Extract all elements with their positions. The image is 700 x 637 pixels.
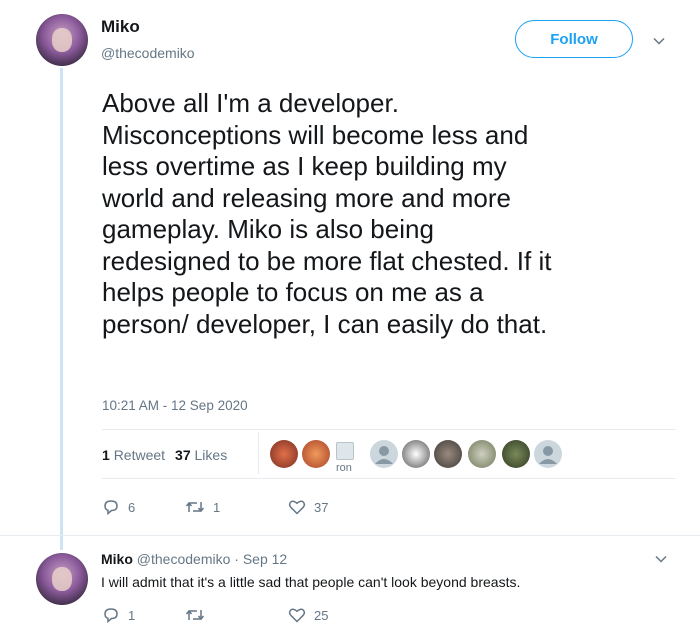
divider [0,535,700,536]
tweet-text: Above all I'm a developer. Misconception… [102,88,552,339]
heart-icon [288,498,306,516]
retweet-button[interactable]: 1 [185,498,220,516]
liker-avatar[interactable] [468,440,496,468]
liker-avatar[interactable] [402,440,430,468]
like-action-count: 37 [314,499,329,515]
tweet-timestamp[interactable]: 10:21 AM - 12 Sep 2020 [102,398,248,413]
follow-button[interactable]: Follow [515,20,633,58]
retweet-icon [185,606,205,624]
chevron-down-icon[interactable] [654,552,668,566]
reply-count: 6 [128,499,136,515]
divider [102,478,676,479]
like-button[interactable]: 37 [288,498,328,516]
thread-line [60,68,63,550]
chevron-down-icon[interactable] [652,34,666,48]
like-label[interactable]: Likes [195,447,228,463]
reply-header: Miko @thecodemiko · Sep 12 [101,551,287,567]
heart-icon [288,606,306,624]
reply-text: I will admit that it's a little sad that… [101,574,521,590]
default-avatar-icon[interactable] [370,440,398,468]
reply-date[interactable]: Sep 12 [243,551,287,567]
liker-label: ron [336,462,352,474]
divider [102,429,676,430]
reply-dot: · [234,551,239,567]
like-count[interactable]: 37 [175,447,191,463]
broken-image-icon[interactable] [336,442,354,460]
retweet-label[interactable]: Retweet [114,447,165,463]
reply-icon [102,498,120,516]
default-avatar-icon[interactable] [534,440,562,468]
liker-avatar[interactable] [502,440,530,468]
tweet-stats: 1 Retweet 37 Likes [102,447,227,463]
retweet-action-count: 1 [213,499,221,515]
liker-avatar[interactable] [270,440,298,468]
reply-button[interactable]: 1 [102,606,135,624]
retweet-icon [185,498,205,516]
like-action-count: 25 [314,607,329,623]
retweet-count[interactable]: 1 [102,447,110,463]
avatar[interactable] [36,14,88,66]
reply-icon [102,606,120,624]
user-handle[interactable]: @thecodemiko [101,45,195,61]
liker-avatar[interactable] [434,440,462,468]
stats-separator [258,432,259,474]
like-button[interactable]: 25 [288,606,328,624]
reply-handle[interactable]: @thecodemiko [137,551,231,567]
liker-avatar[interactable] [302,440,330,468]
reply-avatar[interactable] [36,553,88,605]
display-name[interactable]: Miko [101,17,140,37]
reply-count: 1 [128,607,136,623]
reply-display-name[interactable]: Miko [101,551,133,567]
reply-button[interactable]: 6 [102,498,135,516]
retweet-button[interactable] [185,606,213,624]
